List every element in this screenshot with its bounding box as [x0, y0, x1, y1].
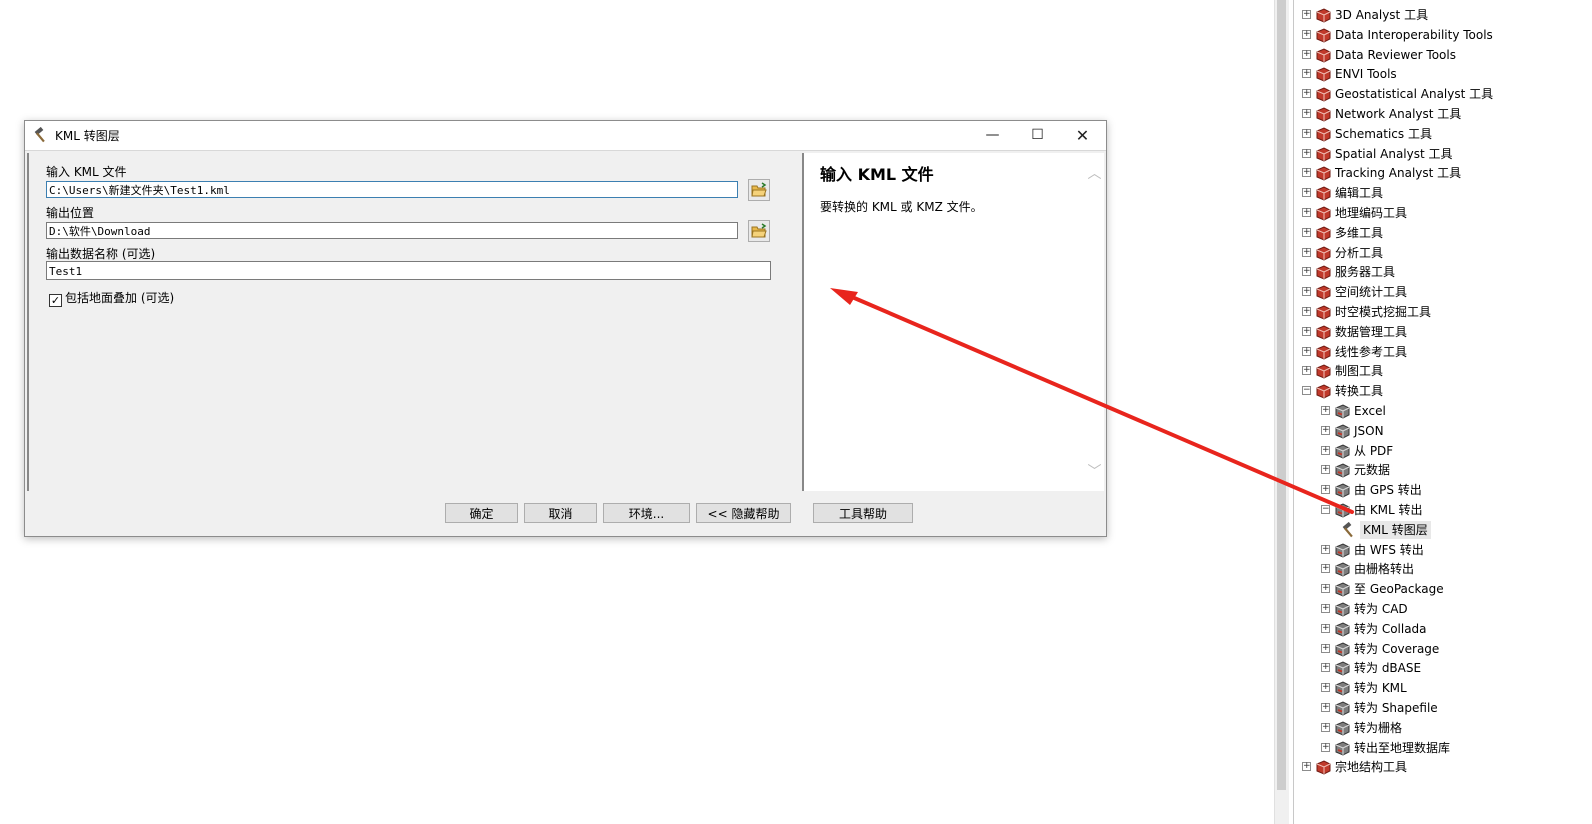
annotation-arrow [830, 288, 1354, 514]
